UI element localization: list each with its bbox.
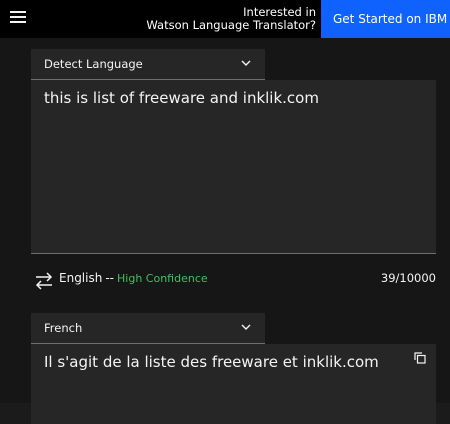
chevron-down-icon — [241, 324, 251, 330]
character-count: 39/10000 — [380, 271, 436, 285]
target-language-label: French — [44, 321, 83, 335]
top-bar: Interested in Watson Language Translator… — [0, 0, 450, 38]
promo-text: Interested in Watson Language Translator… — [146, 6, 316, 32]
source-language-select[interactable]: Detect Language — [31, 49, 265, 80]
detection-status: English -- High Confidence 39/10000 — [31, 270, 436, 290]
source-language-label: Detect Language — [44, 57, 143, 71]
source-text-input[interactable]: this is list of freeware and inklik.com — [31, 80, 436, 254]
copy-icon[interactable] — [414, 352, 426, 364]
detected-language-line: English -- High Confidence — [59, 271, 208, 285]
translation-output: Il s'agit de la liste des freeware et in… — [31, 344, 436, 424]
target-language-select[interactable]: French — [31, 313, 265, 344]
source-text: this is list of freeware and inklik.com — [44, 89, 319, 107]
translated-text: Il s'agit de la liste des freeware et in… — [44, 353, 379, 371]
confidence-label: High Confidence — [117, 272, 208, 285]
promo-line-2: Watson Language Translator? — [146, 18, 316, 32]
swap-languages-icon[interactable] — [34, 272, 54, 290]
chevron-down-icon — [241, 60, 251, 66]
separator: -- — [105, 271, 115, 285]
translator-panel: Detect Language this is list of freeware… — [0, 38, 450, 424]
detected-language: English — [59, 271, 103, 285]
hamburger-menu-icon[interactable] — [10, 10, 26, 24]
get-started-button[interactable]: Get Started on IBM Clo — [321, 0, 450, 38]
